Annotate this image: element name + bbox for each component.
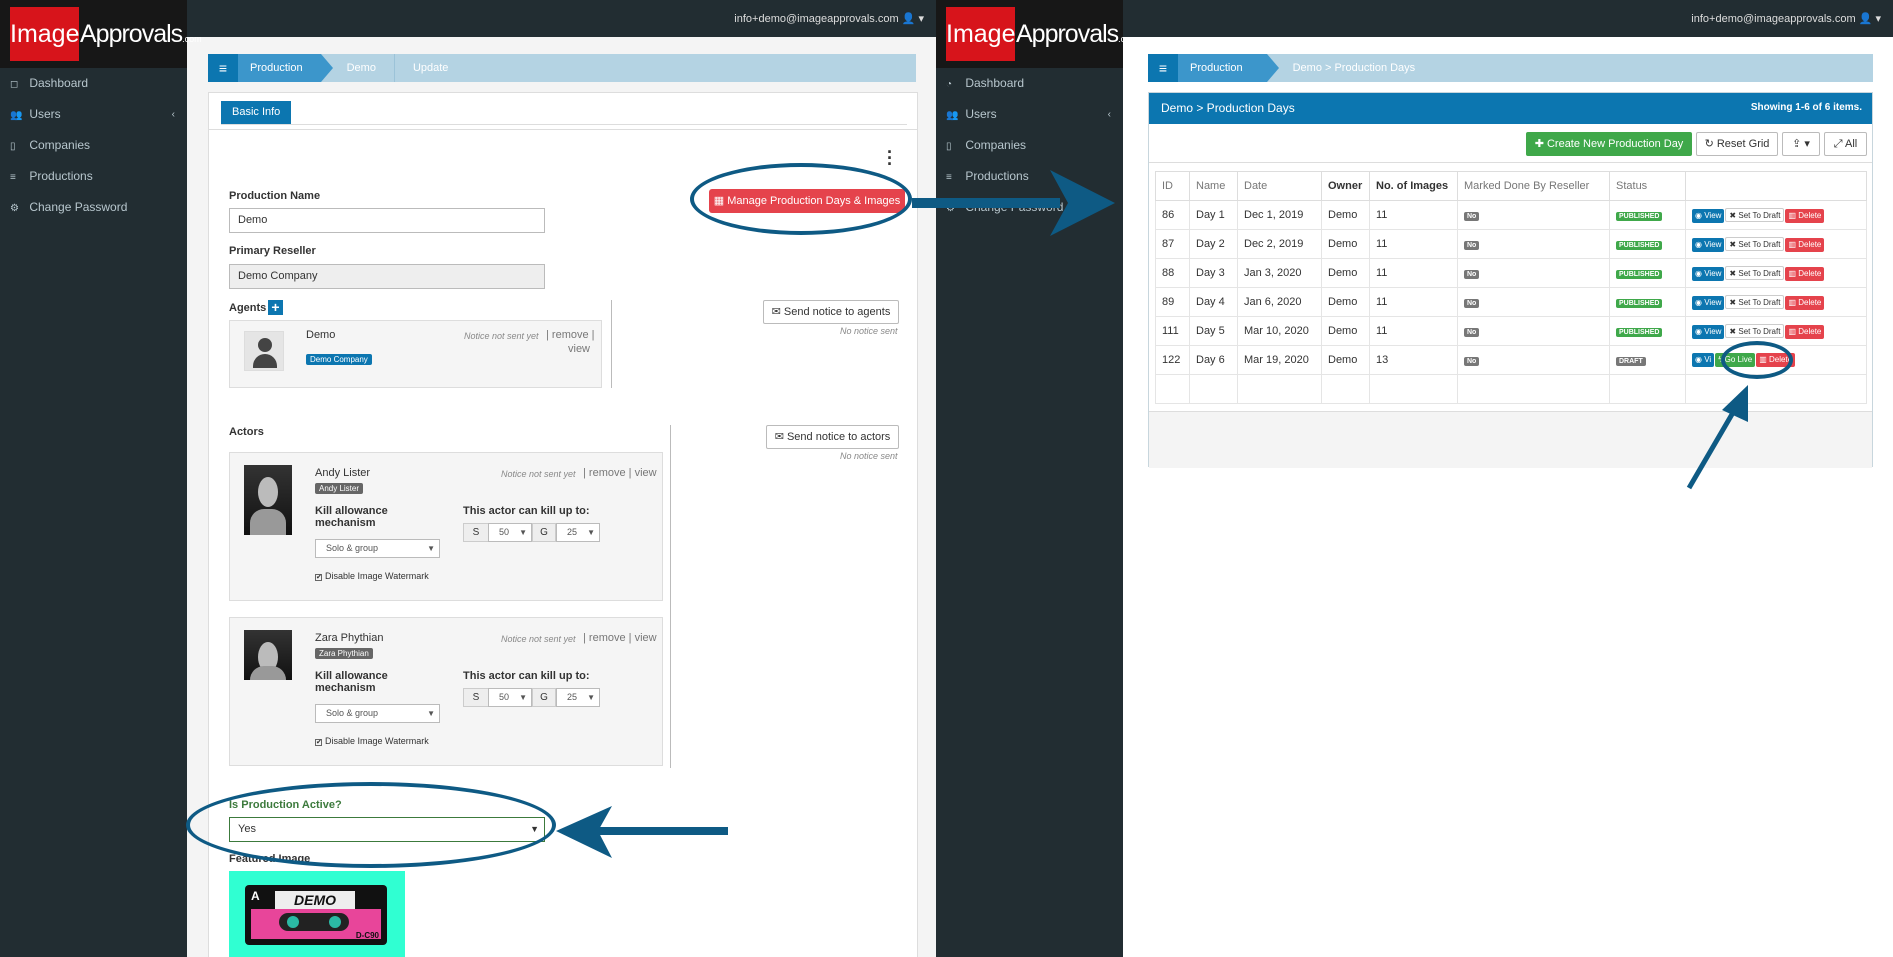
arrow-up-shaft <box>1686 402 1741 490</box>
arrow-up-icon <box>1722 385 1748 422</box>
annotation-arrows <box>556 170 1748 858</box>
